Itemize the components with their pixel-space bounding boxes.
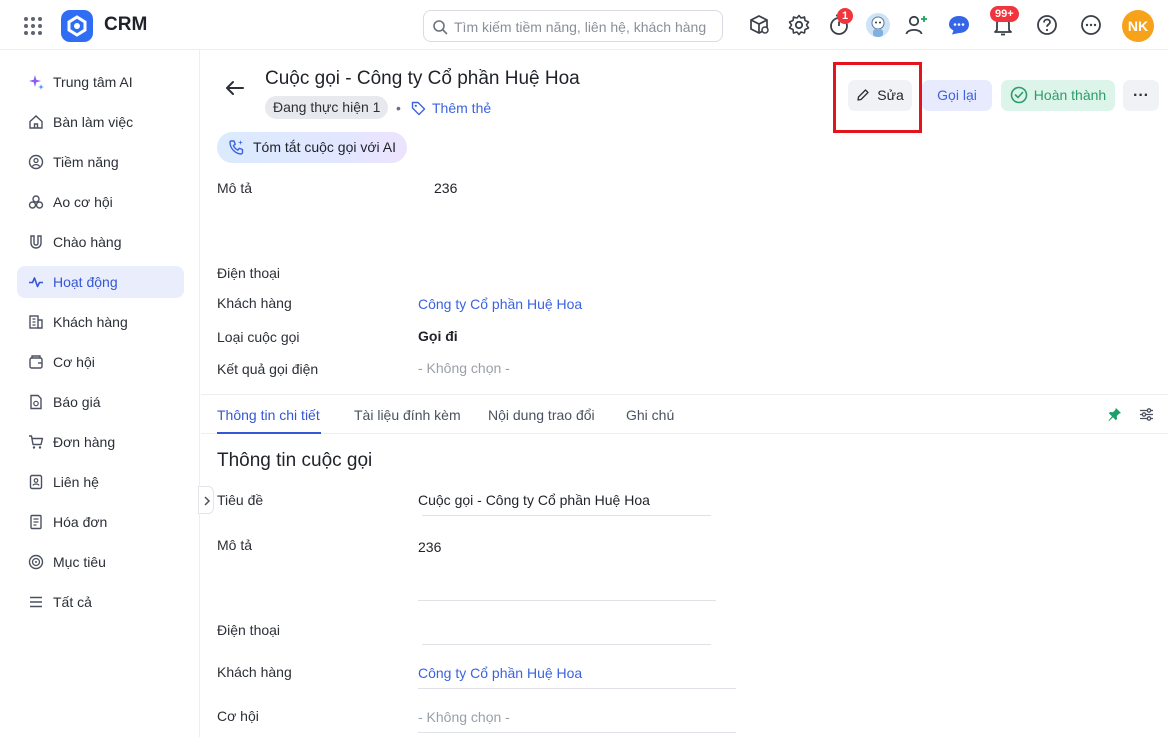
- bot-avatar-icon[interactable]: [866, 13, 890, 37]
- invoice-icon: [30, 514, 42, 530]
- building-icon: [29, 315, 43, 329]
- tab-conversations[interactable]: Nội dung trao đổi: [488, 407, 595, 423]
- edit-highlight-box: [833, 62, 922, 133]
- search-box[interactable]: [423, 10, 723, 42]
- tag-icon: [411, 101, 426, 116]
- chat-icon[interactable]: [946, 12, 972, 38]
- tab-detail-info[interactable]: Thông tin chi tiết: [217, 407, 320, 423]
- customer-field-underline: [418, 688, 736, 689]
- summary-call-type-value: Gọi đi: [418, 328, 458, 344]
- sidebar-item-all[interactable]: Tất cả: [17, 586, 184, 618]
- sidebar-item-offers[interactable]: Chào hàng: [17, 226, 184, 258]
- detail-description-value[interactable]: 236: [418, 539, 441, 555]
- target-icon: [28, 554, 44, 570]
- sidebar-item-opportunities[interactable]: Cơ hội: [17, 346, 184, 378]
- summary-customer-label: Khách hàng: [217, 295, 292, 311]
- user-circle-icon: [28, 154, 44, 170]
- top-bar: CRM 1 99+: [0, 0, 1168, 50]
- wallet-icon: [29, 355, 43, 369]
- sidebar-item-quotes[interactable]: Báo giá: [17, 386, 184, 418]
- sidebar-item-opportunity-pool[interactable]: Ao cơ hội: [17, 186, 184, 218]
- timer-badge: 1: [837, 8, 854, 24]
- summary-phone-label: Điện thoại: [217, 265, 281, 281]
- sidebar-item-invoices[interactable]: Hóa đơn: [17, 506, 184, 538]
- user-avatar[interactable]: NK: [1122, 10, 1154, 42]
- pin-icon[interactable]: [1107, 407, 1122, 422]
- back-arrow-icon[interactable]: [224, 77, 246, 99]
- search-input[interactable]: [454, 16, 716, 38]
- pool-icon: [28, 195, 44, 209]
- crm-logo-icon[interactable]: [61, 10, 93, 42]
- summary-description-value: 236: [434, 180, 458, 196]
- detail-description-label: Mô tả: [217, 537, 253, 553]
- complete-button[interactable]: Hoàn thành: [1001, 80, 1115, 111]
- menu-icon: [30, 596, 42, 608]
- more-options-icon[interactable]: [1078, 12, 1104, 38]
- sidebar-item-activities[interactable]: Hoạt động: [17, 266, 184, 298]
- tab-notes[interactable]: Ghi chú: [626, 407, 674, 423]
- description-field-underline: [418, 600, 716, 601]
- add-tag-link[interactable]: Thêm thẻ: [411, 100, 491, 116]
- phone-field-underline[interactable]: [422, 644, 711, 645]
- app-title: CRM: [104, 14, 148, 35]
- sidebar-item-contacts[interactable]: Liên hệ: [17, 466, 184, 498]
- sidebar-item-orders[interactable]: Đơn hàng: [17, 426, 184, 458]
- call-again-button[interactable]: Gọi lại: [922, 80, 992, 111]
- sidebar-item-goals[interactable]: Mục tiêu: [17, 546, 184, 578]
- chevron-right-icon: [204, 496, 211, 506]
- status-badge[interactable]: Đang thực hiện 1: [265, 96, 389, 119]
- title-field-underline: [422, 515, 711, 516]
- detail-customer-link[interactable]: Công ty Cổ phần Huệ Hoa: [418, 665, 582, 681]
- tab-attachments[interactable]: Tài liệu đính kèm: [354, 407, 461, 423]
- box-search-icon[interactable]: [746, 12, 772, 38]
- sidebar-item-leads[interactable]: Tiềm năng: [17, 146, 184, 178]
- sidebar: Trung tâm AI Bàn làm việc Tiềm năng Ao c…: [0, 50, 200, 737]
- sparkle-icon: [29, 75, 44, 90]
- summary-call-result-value[interactable]: - Không chọn -: [418, 360, 510, 376]
- search-icon: [433, 20, 448, 35]
- ai-summary-button[interactable]: Tóm tắt cuộc gọi với AI: [217, 132, 407, 163]
- check-circle-icon: [1010, 86, 1028, 104]
- sidebar-item-customers[interactable]: Khách hàng: [17, 306, 184, 338]
- cart-icon: [29, 435, 44, 449]
- help-icon[interactable]: [1034, 12, 1060, 38]
- summary-customer-link[interactable]: Công ty Cổ phần Huệ Hoa: [418, 296, 582, 312]
- summary-call-type-label: Loại cuộc gọi: [217, 329, 300, 345]
- sliders-icon[interactable]: [1139, 407, 1154, 422]
- home-icon: [29, 115, 43, 129]
- phone-ai-icon: [229, 140, 244, 155]
- more-actions-button[interactable]: ···: [1123, 80, 1159, 111]
- sidebar-item-ai-center[interactable]: Trung tâm AI: [17, 66, 184, 98]
- add-user-icon[interactable]: [903, 12, 929, 38]
- sidebar-item-workspace[interactable]: Bàn làm việc: [17, 106, 184, 138]
- notification-badge: 99+: [990, 6, 1019, 22]
- activity-icon: [29, 277, 43, 288]
- opportunity-field-underline: [418, 732, 736, 733]
- page-title: Cuộc gọi - Công ty Cổ phần Huệ Hoa: [265, 68, 580, 89]
- detail-tabs: Thông tin chi tiết Tài liệu đính kèm Nội…: [201, 394, 1168, 434]
- quote-icon: [30, 394, 42, 410]
- detail-customer-label: Khách hàng: [217, 664, 292, 680]
- active-tab-indicator: [217, 432, 321, 434]
- detail-opportunity-value[interactable]: - Không chọn -: [418, 709, 510, 725]
- contact-icon: [29, 474, 43, 490]
- detail-title-value[interactable]: Cuộc gọi - Công ty Cổ phần Huệ Hoa: [418, 492, 650, 508]
- section-title: Thông tin cuộc gọi: [217, 450, 373, 471]
- gear-icon[interactable]: [786, 12, 812, 38]
- detail-phone-label: Điện thoại: [217, 622, 281, 638]
- detail-title-label: Tiêu đề: [217, 492, 264, 508]
- summary-call-result-label: Kết quả gọi điện: [217, 361, 319, 377]
- app-grid-icon[interactable]: [22, 15, 44, 37]
- separator-dot: •: [396, 100, 401, 116]
- detail-opportunity-label: Cơ hội: [217, 708, 259, 724]
- magnet-icon: [30, 235, 42, 249]
- expand-sidebar-handle[interactable]: [198, 486, 214, 514]
- summary-description-label: Mô tả: [217, 180, 253, 196]
